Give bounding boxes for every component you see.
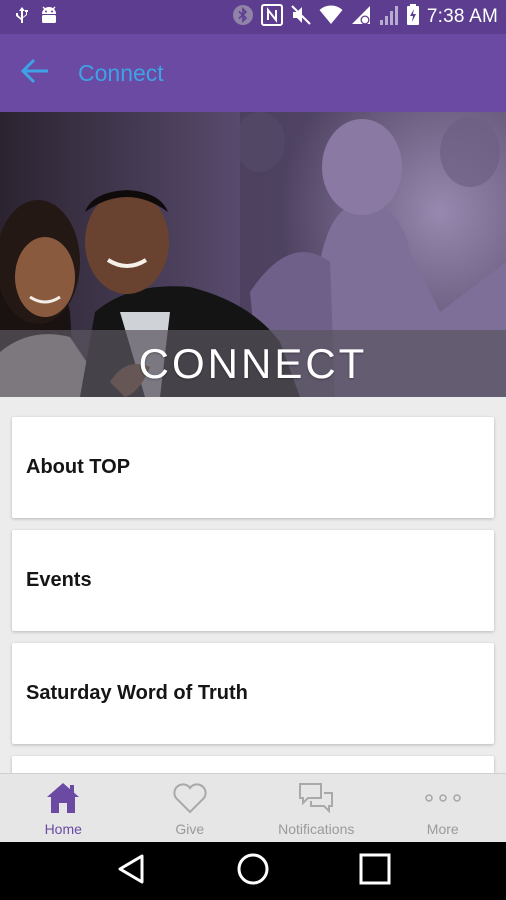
battery-charging-icon (406, 3, 420, 31)
signal-icon (379, 4, 399, 31)
chat-bubbles-icon (297, 780, 335, 816)
tab-more[interactable]: More (380, 774, 506, 842)
arrow-left-icon (20, 58, 50, 89)
system-nav-bar (0, 842, 506, 900)
menu-item-saturday-word-of-truth[interactable]: Saturday Word of Truth (12, 643, 494, 744)
android-debug-icon (39, 6, 59, 29)
menu-item-label: About TOP (26, 456, 131, 478)
nav-recents-button[interactable] (345, 842, 405, 900)
tab-label: Give (175, 821, 205, 837)
menu-item-label: Saturday Word of Truth (26, 682, 248, 704)
usb-icon (14, 6, 30, 29)
back-button[interactable] (0, 34, 70, 112)
hero-title-band: CONNECT (0, 330, 506, 397)
page-title: Connect (78, 59, 164, 86)
app-bar: Connect (0, 34, 506, 112)
hero-title: CONNECT (138, 339, 368, 387)
tab-home[interactable]: Home (0, 774, 127, 842)
menu-item-about-top[interactable]: About TOP (12, 417, 494, 518)
menu-item-events[interactable]: Events (12, 530, 494, 631)
recents-square-icon (359, 853, 391, 890)
tab-label: Home (44, 821, 82, 837)
status-time: 7:38 AM (426, 6, 498, 27)
wifi-icon (319, 5, 343, 30)
data-signal-icon (350, 4, 372, 31)
home-circle-icon (236, 852, 270, 891)
bluetooth-icon (232, 4, 254, 31)
more-dots-icon (424, 780, 462, 816)
hero-banner: CONNECT (0, 112, 506, 397)
nfc-icon (260, 3, 283, 31)
tab-label: More (426, 821, 459, 837)
heart-icon (172, 780, 208, 816)
status-right-icons: 7:38 AM (232, 3, 498, 31)
tab-label: Notifications (278, 821, 355, 837)
tab-notifications[interactable]: Notifications (253, 774, 380, 842)
menu-list: About TOP Events Saturday Word of Truth (0, 397, 506, 773)
menu-item-label: Events (26, 569, 92, 591)
tab-give[interactable]: Give (127, 774, 254, 842)
home-icon (45, 780, 81, 816)
status-bar: 7:38 AM (0, 0, 506, 34)
mute-icon (290, 4, 312, 31)
nav-back-button[interactable] (101, 842, 161, 900)
nav-home-button[interactable] (223, 842, 283, 900)
bottom-tab-bar: Home Give Notifications More (0, 773, 506, 842)
menu-item-partial[interactable] (12, 756, 494, 773)
status-left-icons (14, 6, 59, 29)
back-triangle-icon (116, 853, 146, 890)
